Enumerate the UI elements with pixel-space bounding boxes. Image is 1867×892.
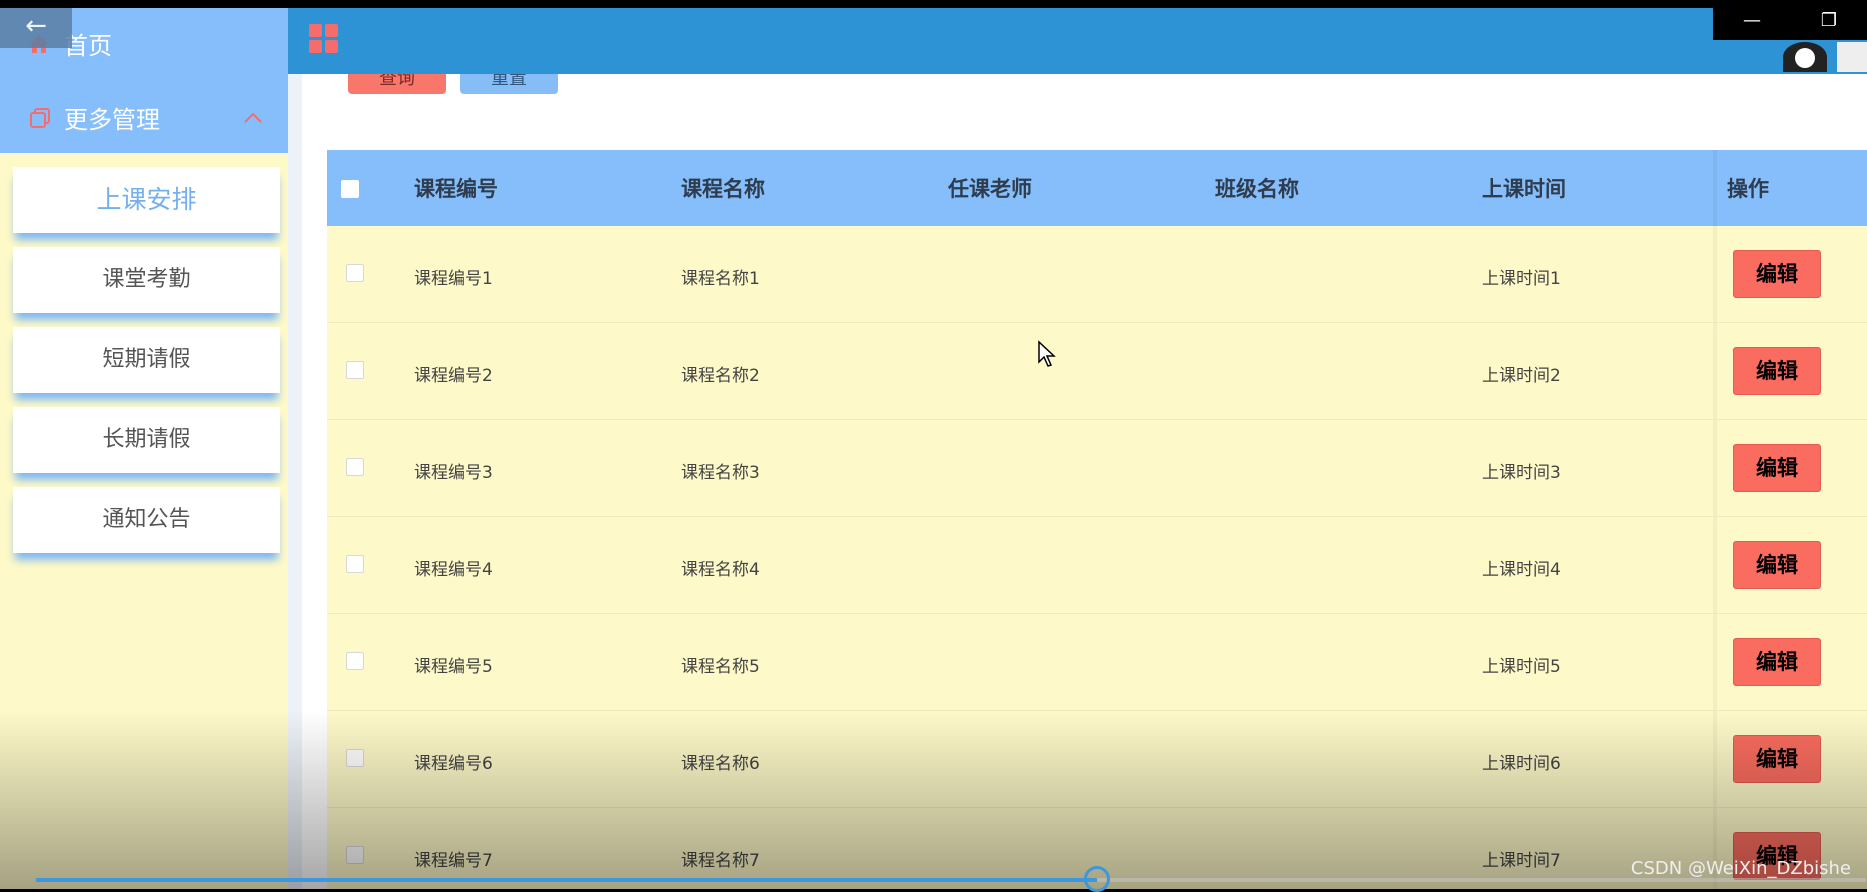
copy-icon — [30, 107, 50, 128]
col-actions: 操作 — [1727, 177, 1769, 201]
window-controls: — ❐ — [1713, 0, 1867, 40]
row-checkbox[interactable] — [346, 458, 364, 476]
col-class-name[interactable]: 班级名称 — [1215, 173, 1299, 203]
cell-class-time: 上课时间7 — [1482, 851, 1561, 871]
cell-class-time: 上课时间2 — [1482, 366, 1561, 386]
column-divider — [1713, 614, 1717, 710]
nav-more-management[interactable]: 更多管理 — [28, 100, 264, 135]
reset-button[interactable]: 重置 — [460, 74, 558, 94]
row-checkbox[interactable] — [346, 264, 364, 282]
nav-more-label: 更多管理 — [64, 106, 160, 134]
sidebar-item-long-leave[interactable]: 长期请假 — [13, 407, 280, 473]
cell-class-time: 上课时间4 — [1482, 560, 1561, 580]
restore-icon[interactable]: ❐ — [1821, 10, 1837, 31]
col-teacher[interactable]: 任课老师 — [948, 173, 1032, 203]
cell-class-time: 上课时间6 — [1482, 754, 1561, 774]
back-button[interactable]: ← — [0, 8, 72, 48]
row-checkbox[interactable] — [346, 555, 364, 573]
cell-course-code: 课程编号4 — [414, 560, 493, 580]
sidebar-item-short-leave[interactable]: 短期请假 — [13, 327, 280, 393]
cell-course-name: 课程名称5 — [681, 657, 760, 677]
column-divider — [1713, 150, 1717, 226]
top-header — [288, 8, 1867, 74]
table-row: 课程编号3 课程名称3 上课时间3 编辑 — [327, 420, 1867, 517]
user-menu[interactable] — [1837, 42, 1867, 72]
cell-class-time: 上课时间3 — [1482, 463, 1561, 483]
column-divider — [1713, 517, 1717, 613]
sidebar-item-notice[interactable]: 通知公告 — [13, 487, 280, 553]
edit-button[interactable]: 编辑 — [1733, 250, 1821, 298]
cell-course-code: 课程编号2 — [414, 366, 493, 386]
col-course-code[interactable]: 课程编号 — [414, 173, 498, 203]
window-top-bar — [0, 0, 1867, 8]
watermark: CSDN @WeiXin_DZbishe — [1630, 858, 1851, 879]
arrow-left-icon: ← — [25, 11, 47, 41]
course-table: 课程编号 课程名称 任课老师 班级名称 上课时间 操作 课程编号1 课程名称1 … — [327, 150, 1867, 889]
row-checkbox[interactable] — [346, 846, 364, 864]
cell-course-name: 课程名称1 — [681, 269, 760, 289]
cell-class-time: 上课时间1 — [1482, 269, 1561, 289]
cell-course-name: 课程名称6 — [681, 754, 760, 774]
avatar[interactable] — [1783, 42, 1827, 72]
table-row: 课程编号5 课程名称5 上课时间5 编辑 — [327, 614, 1867, 711]
sidebar-item-schedule[interactable]: 上课安排 — [13, 167, 280, 233]
cell-course-code: 课程编号7 — [414, 851, 493, 871]
mouse-cursor-icon — [1038, 340, 1056, 367]
table-row: 课程编号4 课程名称4 上课时间4 编辑 — [327, 517, 1867, 614]
video-progress-handle[interactable] — [1084, 866, 1110, 892]
sidebar: 首页 更多管理 ← 上课安排 课堂考勤 短期请假 长期请假 通知公告 — [0, 8, 288, 889]
table-row: 课程编号6 课程名称6 上课时间6 编辑 — [327, 711, 1867, 808]
row-checkbox[interactable] — [346, 361, 364, 379]
col-class-time[interactable]: 上课时间 — [1482, 173, 1566, 203]
row-checkbox[interactable] — [346, 749, 364, 767]
search-button[interactable]: 查询 — [348, 74, 446, 94]
grid-icon[interactable] — [308, 23, 340, 55]
chevron-up-icon[interactable] — [242, 110, 264, 126]
main-content: 查询 重置 课程编号 课程名称 任课老师 班级名称 上课时间 操作 课程编号1 … — [288, 74, 1867, 889]
column-divider — [1713, 711, 1717, 807]
edit-button[interactable]: 编辑 — [1733, 638, 1821, 686]
column-divider — [1713, 226, 1717, 322]
row-checkbox[interactable] — [346, 652, 364, 670]
cell-course-name: 课程名称3 — [681, 463, 760, 483]
col-course-name[interactable]: 课程名称 — [681, 173, 765, 203]
table-row: 课程编号1 课程名称1 上课时间1 编辑 — [327, 226, 1867, 323]
cell-course-name: 课程名称2 — [681, 366, 760, 386]
edit-button[interactable]: 编辑 — [1733, 541, 1821, 589]
edit-button[interactable]: 编辑 — [1733, 347, 1821, 395]
video-progress-fill — [36, 878, 1097, 882]
minimize-icon[interactable]: — — [1743, 10, 1761, 31]
table-row: 课程编号2 课程名称2 上课时间2 编辑 — [327, 323, 1867, 420]
table-header: 课程编号 课程名称 任课老师 班级名称 上课时间 操作 — [327, 150, 1867, 226]
cell-class-time: 上课时间5 — [1482, 657, 1561, 677]
cell-course-code: 课程编号3 — [414, 463, 493, 483]
content-divider — [288, 74, 302, 889]
cell-course-code: 课程编号5 — [414, 657, 493, 677]
edit-button[interactable]: 编辑 — [1733, 444, 1821, 492]
cell-course-code: 课程编号1 — [414, 269, 493, 289]
edit-button[interactable]: 编辑 — [1733, 735, 1821, 783]
select-all-checkbox[interactable] — [341, 180, 359, 198]
cell-course-name: 课程名称4 — [681, 560, 760, 580]
cell-course-code: 课程编号6 — [414, 754, 493, 774]
column-divider — [1713, 323, 1717, 419]
column-divider — [1713, 420, 1717, 516]
cell-course-name: 课程名称7 — [681, 851, 760, 871]
sidebar-item-attendance[interactable]: 课堂考勤 — [13, 247, 280, 313]
